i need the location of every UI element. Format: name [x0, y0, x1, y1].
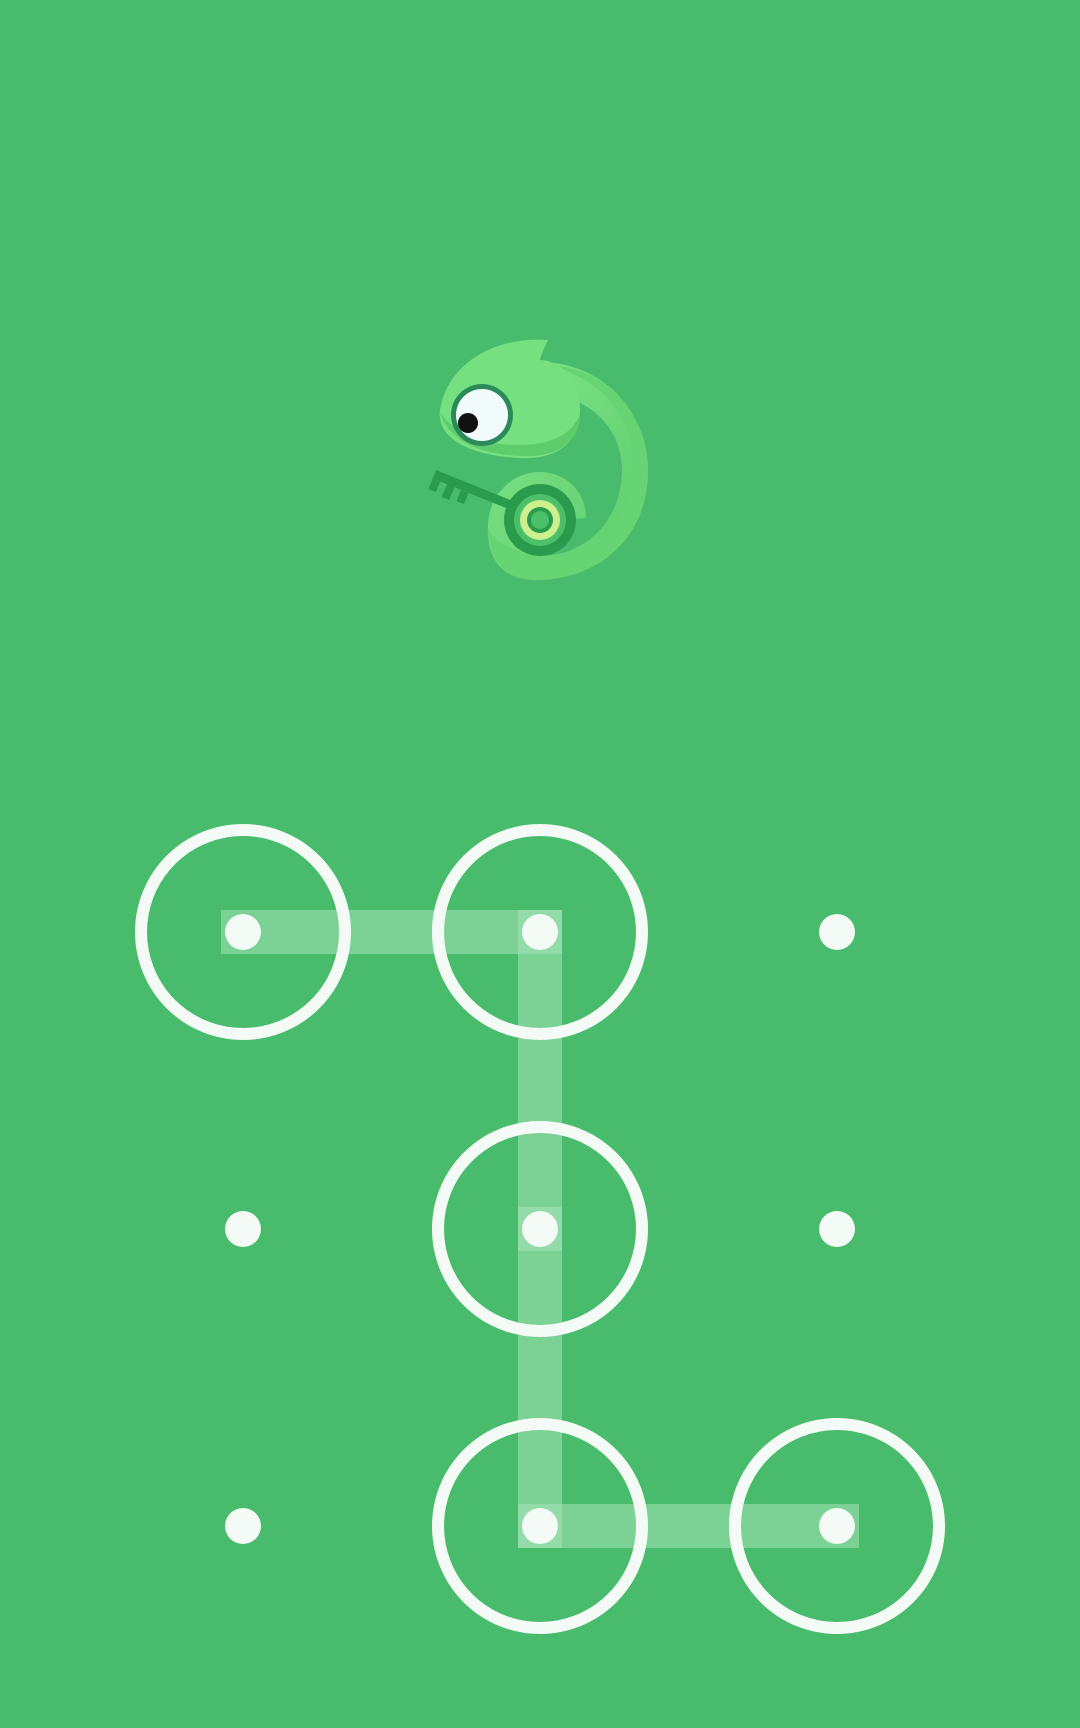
- pattern-cell-1[interactable]: [135, 824, 351, 1040]
- pattern-cell-8[interactable]: [432, 1418, 648, 1634]
- pattern-cell-2[interactable]: [432, 824, 648, 1040]
- pattern-grid[interactable]: [0, 0, 1080, 1728]
- pattern-dot: [819, 914, 855, 950]
- pattern-cell-6[interactable]: [735, 1127, 939, 1331]
- pattern-dot: [225, 1508, 261, 1544]
- pattern-cell-3[interactable]: [735, 830, 939, 1034]
- pattern-dot: [225, 1211, 261, 1247]
- pattern-lock-screen: [0, 0, 1080, 1728]
- pattern-cell-4[interactable]: [141, 1127, 345, 1331]
- pattern-dot: [522, 1508, 558, 1544]
- pattern-dot: [225, 914, 261, 950]
- pattern-cells: [135, 824, 945, 1634]
- pattern-dot: [522, 1211, 558, 1247]
- pattern-dot: [819, 1211, 855, 1247]
- pattern-cell-5[interactable]: [432, 1121, 648, 1337]
- pattern-cell-7[interactable]: [141, 1424, 345, 1628]
- pattern-dot: [819, 1508, 855, 1544]
- pattern-dot: [522, 914, 558, 950]
- pattern-cell-9[interactable]: [729, 1418, 945, 1634]
